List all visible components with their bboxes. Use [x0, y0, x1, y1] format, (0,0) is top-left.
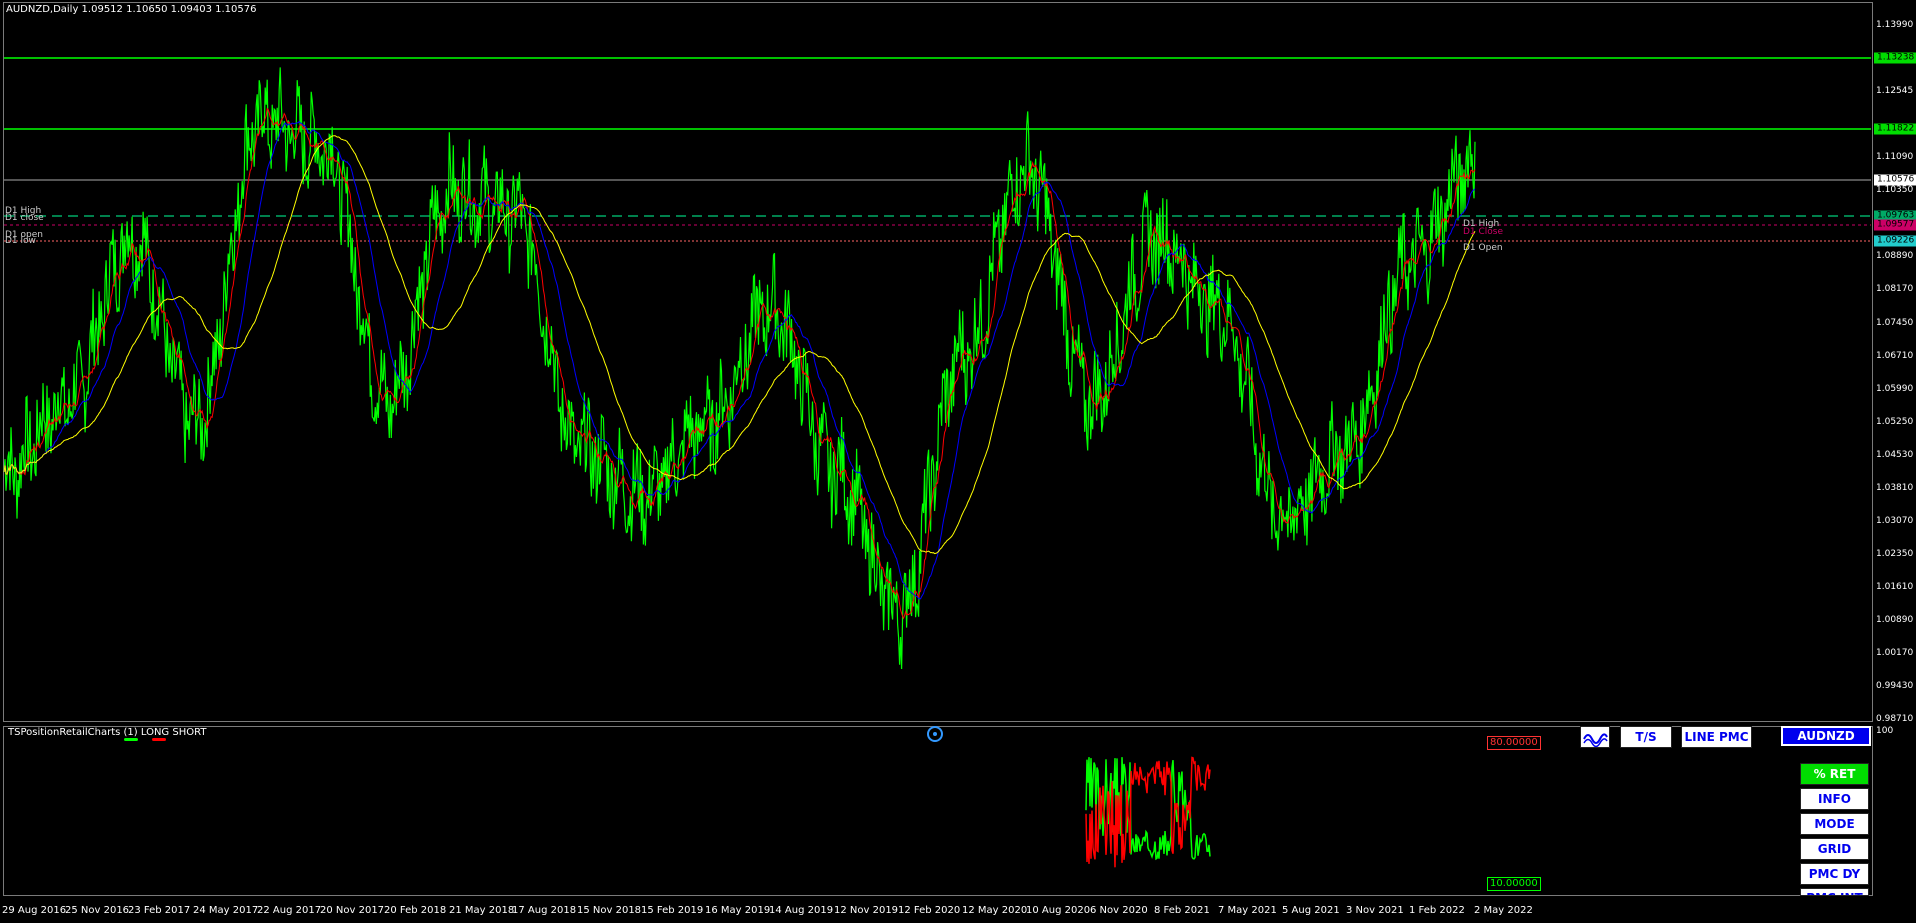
price-axis-label: 1.05990 [1876, 384, 1914, 394]
price-axis-label: 1.13990 [1876, 20, 1914, 30]
date-axis-label: 15 Feb 2019 [641, 905, 704, 916]
price-chart[interactable] [0, 0, 1916, 923]
price-axis-label: 1.03810 [1876, 483, 1914, 493]
ts-button[interactable]: T/S [1620, 726, 1672, 748]
date-axis-label: 1 Feb 2022 [1409, 905, 1465, 916]
date-axis-label: 24 May 2017 [193, 905, 259, 916]
level-label-d1-open-right: D1 Open [1463, 243, 1503, 253]
price-axis-label: 1.03070 [1876, 516, 1914, 526]
price-axis-label: 1.00170 [1876, 648, 1914, 658]
price-axis-label: 1.10350 [1876, 185, 1914, 195]
date-axis-label: 21 May 2018 [449, 905, 515, 916]
date-axis-label: 15 Nov 2018 [577, 905, 642, 916]
level-label-d1-close-left: D1 close [5, 213, 44, 223]
target-icon-dot [933, 732, 937, 736]
price-axis-label: 1.00890 [1876, 615, 1914, 625]
ma-slow-line [3, 135, 1476, 555]
indicator-title-text: TSPositionRetailCharts (1) LONG SHORT [8, 727, 207, 738]
date-axis-label: 7 May 2021 [1218, 905, 1277, 916]
price-axis-label: 1.01610 [1876, 582, 1914, 592]
level-label-d1-low-left: D1 low [5, 236, 36, 246]
mode-button[interactable]: MODE [1800, 813, 1869, 835]
date-axis-label: 29 Aug 2016 [2, 905, 67, 916]
price-axis-label: 1.12545 [1876, 86, 1914, 96]
wave-icon-button[interactable] [1580, 726, 1610, 748]
date-axis-label: 22 Aug 2017 [257, 905, 322, 916]
price-axis-label: 1.05250 [1876, 417, 1914, 427]
price-axis-label: 1.08170 [1876, 284, 1914, 294]
price-tag-line2: 1.11822 [1874, 123, 1916, 135]
date-axis-label: 23 Feb 2017 [128, 905, 191, 916]
date-axis-label: 25 Nov 2016 [65, 905, 130, 916]
grid-button[interactable]: GRID [1800, 838, 1869, 860]
pmc-dy-button[interactable]: PMC DY [1800, 863, 1869, 885]
indicator-title: TSPositionRetailCharts (1) LONG SHORT [8, 727, 206, 738]
date-axis-label: 16 May 2019 [705, 905, 771, 916]
date-axis-label: 12 May 2020 [962, 905, 1028, 916]
date-axis-label: 8 Feb 2021 [1154, 905, 1210, 916]
pmc-int-button[interactable]: PMC INT [1800, 888, 1869, 896]
price-series-line [3, 67, 1476, 670]
date-axis-label: 17 Aug 2018 [512, 905, 577, 916]
legend-short-swatch [152, 738, 166, 741]
symbol-button[interactable]: AUDNZD [1781, 726, 1871, 746]
price-axis-label: 1.11090 [1876, 152, 1914, 162]
price-axis-label: 1.02350 [1876, 549, 1914, 559]
indicator-axis-top: 100 [1876, 726, 1894, 736]
date-axis-label: 20 Nov 2017 [320, 905, 385, 916]
price-axis-label: 1.06710 [1876, 351, 1914, 361]
date-axis-label: 14 Aug 2019 [769, 905, 834, 916]
price-tag-line1: 1.13238 [1874, 52, 1916, 64]
price-tag-d1-open: 1.09226 [1874, 235, 1916, 247]
price-axis-label: 0.99430 [1876, 681, 1914, 691]
date-axis-label: 12 Feb 2020 [898, 905, 961, 916]
pct-ret-button[interactable]: % RET [1800, 763, 1869, 785]
upper-level-tag: 80.00000 [1487, 736, 1541, 750]
price-tag-current: 1.10576 [1874, 174, 1916, 186]
price-tag-d1-close: 1.09577 [1874, 219, 1916, 231]
date-axis-label: 2 May 2022 [1474, 905, 1533, 916]
date-axis-label: 5 Aug 2021 [1282, 905, 1340, 916]
level-label-d1-close-right: D1 Close [1463, 227, 1504, 237]
target-icon[interactable] [927, 726, 943, 742]
lower-level-tag: 10.00000 [1487, 877, 1541, 891]
line-pmc-button[interactable]: LINE PMC [1681, 726, 1752, 748]
wave-icon [1583, 733, 1608, 747]
date-axis-label: 12 Nov 2019 [834, 905, 899, 916]
date-axis-label: 10 Aug 2020 [1026, 905, 1091, 916]
info-button[interactable]: INFO [1800, 788, 1869, 810]
date-axis-label: 3 Nov 2021 [1346, 905, 1404, 916]
date-axis-label: 6 Nov 2020 [1090, 905, 1148, 916]
price-axis-label: 1.08890 [1876, 251, 1914, 261]
legend-long-swatch [124, 738, 138, 741]
price-axis-label: 1.07450 [1876, 318, 1914, 328]
price-axis-label: 0.98710 [1876, 714, 1914, 724]
price-axis-label: 1.04530 [1876, 450, 1914, 460]
date-axis-label: 20 Feb 2018 [384, 905, 447, 916]
